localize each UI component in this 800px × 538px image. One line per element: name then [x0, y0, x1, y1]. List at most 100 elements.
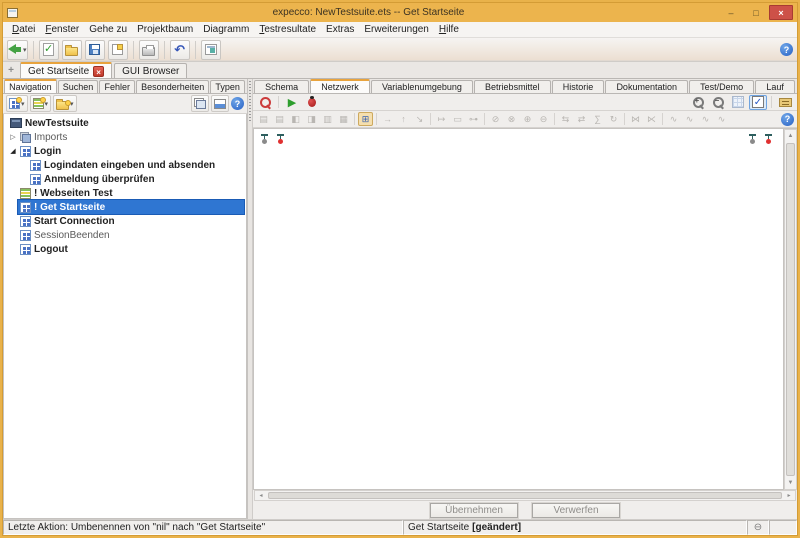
open-subnetwork-icon[interactable]: ◨ [304, 112, 319, 126]
scroll-right-icon[interactable]: ▸ [783, 492, 795, 499]
align-vertical-icon[interactable]: ⊖ [536, 112, 551, 126]
distribute-vertical-icon[interactable]: ⇄ [574, 112, 589, 126]
vertical-scroll-thumb[interactable] [786, 143, 795, 476]
save-view-button[interactable] [211, 95, 229, 112]
join-right-icon[interactable]: ⋉ [644, 112, 659, 126]
auto-connect-icon[interactable]: ⊶ [466, 112, 481, 126]
run-button[interactable]: ▶ [283, 95, 301, 110]
tab-dokumentation[interactable]: Dokumentation [605, 80, 688, 93]
lock-icon[interactable]: ⊖ [747, 520, 769, 535]
menu-gehe-zu[interactable]: Gehe zu [84, 23, 132, 36]
horizontal-scroll-thumb[interactable] [268, 492, 782, 499]
menu-diagramm[interactable]: Diagramm [198, 23, 254, 36]
add-input-pin-icon[interactable]: → [380, 112, 395, 126]
zoom-in-button[interactable]: + [689, 95, 707, 110]
edit-contract-icon[interactable]: ▦ [336, 112, 351, 126]
discard-button[interactable]: Verwerfen [532, 503, 620, 518]
route-auto-icon[interactable]: ∿ [714, 112, 729, 126]
connect-pins-icon[interactable]: ↦ [434, 112, 449, 126]
new-folder-button[interactable]: ▾ [53, 95, 77, 112]
scroll-down-icon[interactable]: ▼ [788, 477, 794, 489]
add-tab-icon[interactable]: + [5, 65, 17, 77]
edit-connection-icon[interactable]: ▭ [450, 112, 465, 126]
snap-toggle-button[interactable]: ✓ [749, 95, 767, 110]
route-ortho-icon[interactable]: ∿ [682, 112, 697, 126]
back-button[interactable]: ▾ [7, 40, 28, 60]
join-left-icon[interactable]: ⋈ [628, 112, 643, 126]
tools-button[interactable] [201, 40, 221, 60]
undo-button[interactable]: ↶ [170, 40, 190, 60]
print-button[interactable] [139, 40, 159, 60]
reorder-icon[interactable]: ↻ [606, 112, 621, 126]
help-icon[interactable]: ? [781, 113, 794, 126]
collapse-icon[interactable]: ◢ [8, 147, 18, 155]
clone-view-button[interactable] [191, 95, 209, 112]
new-block-button[interactable]: ▾ [6, 95, 28, 112]
tree-item-start-connection[interactable]: Start Connection [4, 214, 246, 228]
tab-get-startseite[interactable]: Get Startseite× [20, 62, 112, 78]
network-canvas[interactable] [253, 129, 784, 490]
expand-icon[interactable]: ▷ [8, 133, 18, 141]
menu-extras[interactable]: Extras [321, 23, 359, 36]
tree-item-logout[interactable]: Logout [4, 242, 246, 256]
open-button[interactable] [62, 40, 82, 60]
search-button[interactable] [256, 95, 274, 110]
accept-button[interactable] [39, 40, 59, 60]
tree-item-get-startseite[interactable]: ! Get Startseite [4, 200, 246, 214]
cut-block-icon[interactable]: ◧ [288, 112, 303, 126]
debug-button[interactable] [303, 95, 321, 110]
route-spline-icon[interactable]: ∿ [698, 112, 713, 126]
grid-toggle-button[interactable] [729, 95, 747, 110]
add-output-pin-icon[interactable]: ↑ [396, 112, 411, 126]
save-button[interactable] [85, 40, 105, 60]
tab-suchen[interactable]: Suchen [58, 80, 99, 93]
help-icon[interactable]: ? [231, 97, 244, 110]
move-pin-icon[interactable]: ↘ [412, 112, 427, 126]
copy-block-icon[interactable]: ▤ [256, 112, 271, 126]
notes-button[interactable] [776, 95, 794, 110]
tab-navigation[interactable]: Navigation [4, 79, 57, 93]
new-window-button[interactable] [108, 40, 128, 60]
menu-erweiterungen[interactable]: Erweiterungen [359, 23, 433, 36]
close-button[interactable]: × [769, 5, 793, 20]
tab-betriebsmittel[interactable]: Betriebsmittel [474, 80, 551, 93]
tab-historie[interactable]: Historie [552, 80, 605, 93]
tree-item-imports[interactable]: ▷Imports [4, 130, 246, 144]
scroll-left-icon[interactable]: ◂ [255, 492, 267, 499]
tab-gui-browser[interactable]: GUI Browser [114, 63, 187, 78]
scroll-up-icon[interactable]: ▲ [788, 130, 794, 142]
tree-item-webseiten-test[interactable]: ! Webseiten Test [4, 186, 246, 200]
output-pin-active-icon[interactable] [764, 133, 773, 146]
new-testplan-button[interactable]: ▾ [30, 95, 52, 112]
zoom-out-button[interactable]: − [709, 95, 727, 110]
menu-datei[interactable]: Datei [7, 23, 40, 36]
tree-item-logindaten-eingeben-und-absenden[interactable]: Logindaten eingeben und absenden [4, 158, 246, 172]
apply-button[interactable]: Übernehmen [430, 503, 518, 518]
distribute-horizontal-icon[interactable]: ⇆ [558, 112, 573, 126]
tab-netzwerk[interactable]: Netzwerk [310, 79, 370, 93]
menu-testresultate[interactable]: Testresultate [254, 23, 321, 36]
align-left-icon[interactable]: ⊘ [488, 112, 503, 126]
tab-besonderheiten[interactable]: Besonderheiten [136, 80, 209, 93]
sum-icon[interactable]: ∑ [590, 112, 605, 126]
fit-window-icon[interactable]: ⊞ [358, 112, 373, 126]
route-straight-icon[interactable]: ∿ [666, 112, 681, 126]
tab-fehler[interactable]: Fehler [99, 80, 135, 93]
align-horizontal-icon[interactable]: ⊕ [520, 112, 535, 126]
minimize-button[interactable]: – [719, 5, 743, 20]
delete-connection-icon[interactable]: ⊗ [504, 112, 519, 126]
tab-schema[interactable]: Schema [254, 80, 309, 93]
paste-block-icon[interactable]: ▤ [272, 112, 287, 126]
input-pin-icon[interactable] [260, 133, 269, 146]
menu-hilfe[interactable]: Hilfe [434, 23, 464, 36]
vertical-scrollbar[interactable]: ▲ ▼ [784, 129, 797, 490]
tree-item-sessionbeenden[interactable]: SessionBeenden [4, 228, 246, 242]
horizontal-scrollbar[interactable]: ◂ ▸ [254, 490, 796, 501]
tree-item-newtestsuite[interactable]: NewTestsuite [4, 116, 246, 130]
menu-projektbaum[interactable]: Projektbaum [132, 23, 198, 36]
input-pin-active-icon[interactable] [276, 133, 285, 146]
output-pin-icon[interactable] [748, 133, 757, 146]
tab-variablenumgebung[interactable]: Variablenumgebung [371, 80, 473, 93]
tab-lauf[interactable]: Lauf [755, 80, 795, 93]
tab-test-demo[interactable]: Test/Demo [689, 80, 754, 93]
